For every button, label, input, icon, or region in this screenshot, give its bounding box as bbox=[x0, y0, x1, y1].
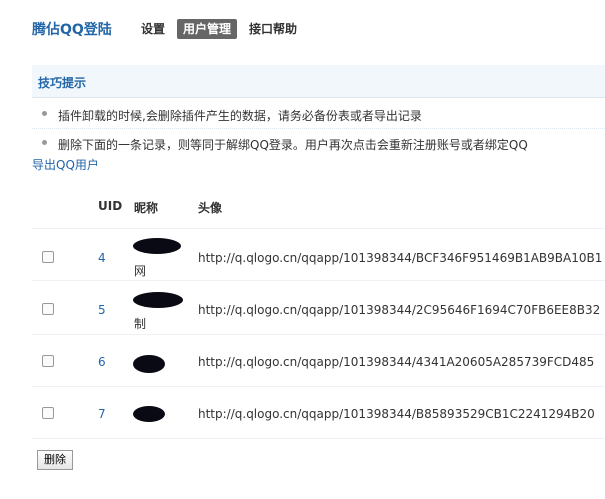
row-uid[interactable]: 4 bbox=[98, 251, 106, 265]
column-header-nickname: 昵称 bbox=[134, 201, 159, 215]
redacted-nickname bbox=[133, 406, 165, 422]
column-header-avatar: 头像 bbox=[198, 201, 223, 215]
column-header-uid: UID bbox=[98, 199, 123, 213]
tab-settings[interactable]: 设置 bbox=[135, 19, 171, 39]
tab-api-help[interactable]: 接口帮助 bbox=[243, 19, 303, 39]
row-checkbox[interactable] bbox=[42, 251, 54, 263]
row-checkbox[interactable] bbox=[42, 303, 54, 315]
tips-title: 技巧提示 bbox=[38, 76, 87, 90]
row-divider bbox=[32, 280, 605, 281]
avatar-url: http://q.qlogo.cn/qqapp/101398344/4341A2… bbox=[198, 355, 595, 369]
tab-user-management[interactable]: 用户管理 bbox=[177, 19, 238, 39]
row-divider bbox=[32, 438, 605, 439]
row-divider bbox=[32, 228, 605, 229]
avatar-url: http://q.qlogo.cn/qqapp/101398344/B85893… bbox=[198, 407, 595, 421]
row-uid[interactable]: 7 bbox=[98, 407, 106, 421]
tip-divider bbox=[32, 128, 605, 129]
nickname-text: 网 bbox=[134, 264, 147, 278]
plugin-title: 腾佔QQ登陆 bbox=[32, 22, 112, 38]
nickname-text: 制 bbox=[134, 317, 147, 331]
row-checkbox[interactable] bbox=[42, 407, 54, 419]
header: 腾佔QQ登陆 设置 用户管理 接口帮助 bbox=[0, 0, 605, 62]
bullet-icon bbox=[42, 111, 47, 116]
row-uid[interactable]: 5 bbox=[98, 303, 106, 317]
row-checkbox[interactable] bbox=[42, 355, 54, 367]
export-qq-users-link[interactable]: 导出QQ用户 bbox=[32, 156, 99, 173]
tip-item: 插件卸载的时候,会删除插件产生的数据，请务必备份表或者导出记录 bbox=[58, 109, 422, 123]
redacted-nickname bbox=[133, 238, 181, 254]
avatar-url: http://q.qlogo.cn/qqapp/101398344/BCF346… bbox=[198, 251, 603, 265]
redacted-nickname bbox=[133, 292, 183, 308]
redacted-nickname bbox=[133, 355, 165, 373]
row-divider bbox=[32, 386, 605, 387]
tips-header: 技巧提示 bbox=[32, 65, 605, 98]
avatar-url: http://q.qlogo.cn/qqapp/101398344/2C9564… bbox=[198, 303, 601, 317]
row-uid[interactable]: 6 bbox=[98, 355, 106, 369]
bullet-icon bbox=[42, 140, 47, 145]
tip-item: 删除下面的一条记录，则等同于解绑QQ登录。用户再次点击会重新注册账号或者绑定QQ bbox=[58, 138, 528, 152]
delete-button[interactable]: 删除 bbox=[37, 450, 73, 470]
row-divider bbox=[32, 334, 605, 335]
